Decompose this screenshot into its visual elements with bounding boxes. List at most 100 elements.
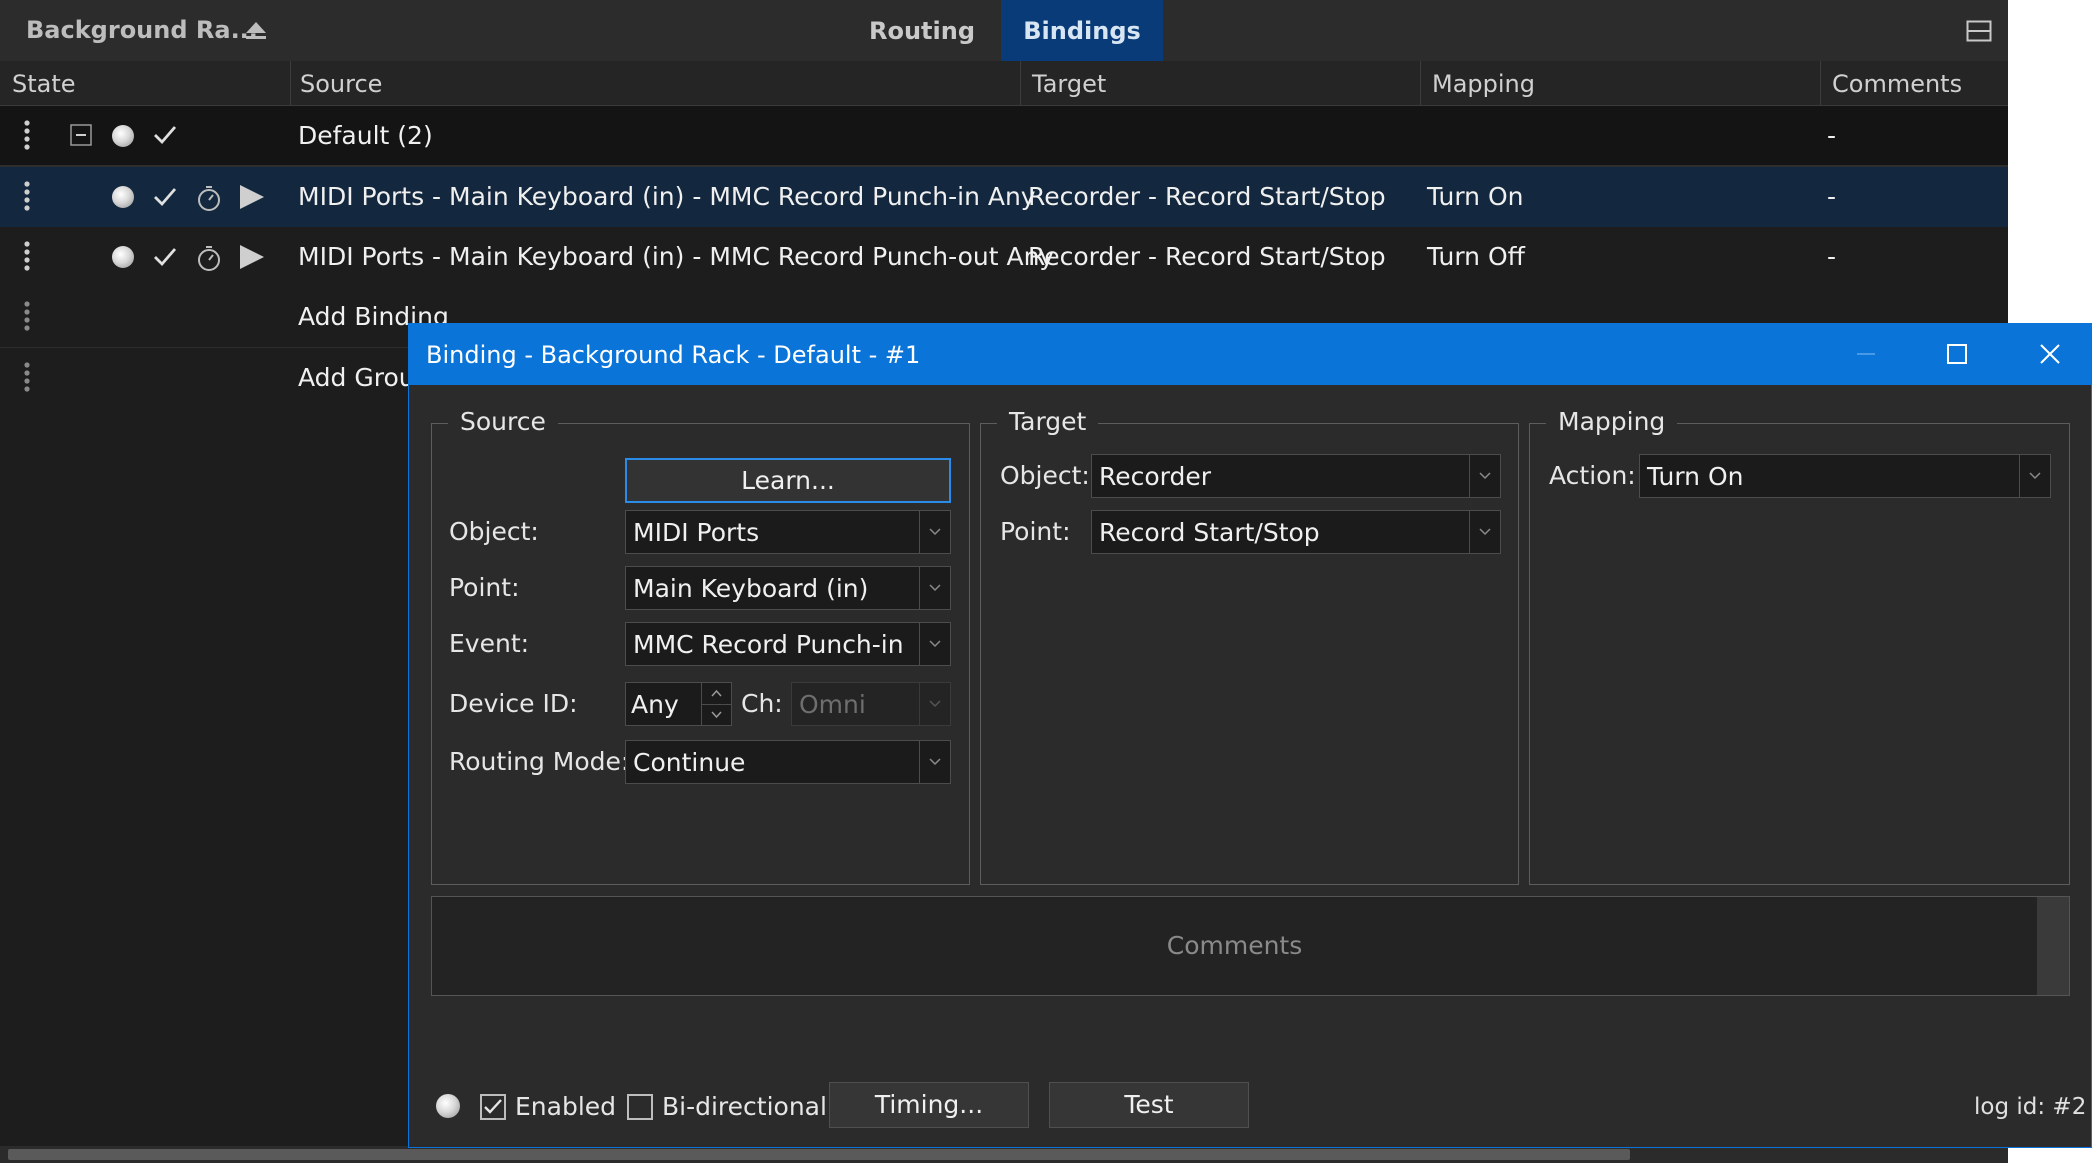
channel-label: Ch: [741,689,783,718]
binding-row[interactable]: MIDI Ports - Main Keyboard (in) - MMC Re… [0,167,2008,227]
target-object-value: Recorder [1099,462,1212,491]
source-object-dropdown[interactable]: MIDI Ports [625,510,951,554]
maximize-icon[interactable] [1931,324,1981,385]
chevron-down-icon[interactable] [919,741,950,783]
comments-textarea[interactable]: Comments [431,896,2070,996]
source-point-dropdown[interactable]: Main Keyboard (in) [625,566,951,610]
top-bar: Background Ra... Routing Bindings [0,0,2008,62]
channel-dropdown: Omni [791,682,951,726]
enabled-check-icon[interactable] [152,124,178,146]
target-point-value: Record Start/Stop [1099,518,1320,547]
dialog-title: Binding - Background Rack - Default - #1 [426,341,921,369]
comments-scrollbar[interactable] [2037,897,2069,995]
mapping-legend: Mapping [1546,405,1678,439]
chevron-down-icon[interactable] [919,567,950,609]
column-header-target[interactable]: Target [1020,61,1420,105]
panel-layout-icon[interactable] [1966,20,1992,42]
enabled-checkbox[interactable] [480,1094,506,1120]
minimize-icon[interactable] [1841,324,1891,385]
binding-comments: - [1827,182,1837,211]
source-object-value: MIDI Ports [633,518,760,547]
source-point-label: Point: [449,573,520,602]
tab-routing[interactable]: Routing [860,0,984,61]
device-id-label: Device ID: [449,689,578,718]
drag-handle-icon [22,362,32,392]
binding-target: Recorder - Record Start/Stop [1028,182,1386,211]
chevron-down-icon[interactable] [2019,455,2050,497]
column-header-mapping[interactable]: Mapping [1420,61,1820,105]
device-id-spinner[interactable]: Any [625,682,732,726]
binding-target: Recorder - Record Start/Stop [1028,242,1386,271]
column-header-source[interactable]: Source [290,61,1020,105]
group-label: Default (2) [298,121,433,150]
log-id-label: log id: #2 [1974,1094,2087,1120]
binding-mapping: Turn Off [1427,242,1525,271]
enabled-check-icon[interactable] [152,186,178,208]
chevron-down-icon [919,683,950,725]
column-header-state[interactable]: State [0,61,290,105]
source-event-label: Event: [449,629,530,658]
routing-mode-dropdown[interactable]: Continue [625,740,951,784]
chevron-down-icon[interactable] [1469,455,1500,497]
binding-mapping: Turn On [1427,182,1524,211]
action-label: Action: [1549,461,1636,490]
source-point-value: Main Keyboard (in) [633,574,869,603]
collapse-icon[interactable] [70,124,92,146]
timer-icon[interactable] [196,244,222,272]
binding-source: MIDI Ports - Main Keyboard (in) - MMC Re… [298,182,1036,211]
status-led-icon [436,1094,460,1118]
comments-placeholder: Comments [1166,931,1303,960]
target-legend: Target [997,405,1099,439]
drag-handle-icon[interactable] [22,181,32,211]
enabled-label[interactable]: Enabled [515,1088,616,1126]
play-icon[interactable] [238,184,266,210]
routing-mode-label: Routing Mode: [449,747,630,776]
bidirectional-checkbox[interactable] [627,1094,653,1120]
target-object-dropdown[interactable]: Recorder [1091,454,1501,498]
channel-value: Omni [799,690,866,719]
target-point-dropdown[interactable]: Record Start/Stop [1091,510,1501,554]
close-icon[interactable] [2022,324,2078,385]
learn-button[interactable]: Learn... [625,458,951,503]
column-header-comments[interactable]: Comments [1820,61,2008,105]
binding-row[interactable]: MIDI Ports - Main Keyboard (in) - MMC Re… [0,227,2008,287]
test-button[interactable]: Test [1049,1082,1249,1128]
action-dropdown[interactable]: Turn On [1639,454,2051,498]
drag-handle-icon[interactable] [22,120,32,150]
bidirectional-label[interactable]: Bi-directional [662,1088,827,1126]
spinner-down-icon[interactable] [701,704,731,725]
status-led-icon [112,246,134,268]
binding-dialog: Binding - Background Rack - Default - #1… [408,323,2092,1148]
source-event-dropdown[interactable]: MMC Record Punch-in [625,622,951,666]
group-comments: - [1827,121,1837,150]
source-event-value: MMC Record Punch-in [633,630,904,659]
chevron-down-icon[interactable] [1469,511,1500,553]
enabled-check-icon[interactable] [152,246,178,268]
chevron-down-icon[interactable] [919,511,950,553]
eject-icon[interactable] [244,20,268,42]
timer-icon[interactable] [196,184,222,212]
target-point-label: Point: [1000,517,1071,546]
status-led-icon [112,125,134,147]
rack-title[interactable]: Background Ra... [26,16,258,44]
target-object-label: Object: [1000,461,1090,490]
binding-comments: - [1827,242,1837,271]
drag-handle-icon[interactable] [22,241,32,271]
group-row[interactable]: Default (2) - [0,106,2008,167]
chevron-down-icon[interactable] [919,623,950,665]
horizontal-scrollbar-thumb[interactable] [8,1149,1630,1160]
binding-source: MIDI Ports - Main Keyboard (in) - MMC Re… [298,242,1055,271]
routing-mode-value: Continue [633,748,746,777]
play-icon[interactable] [238,244,266,270]
drag-handle-icon [22,301,32,331]
column-header-row: State Source Target Mapping Comments [0,61,2008,106]
status-led-icon [112,186,134,208]
dialog-titlebar[interactable]: Binding - Background Rack - Default - #1 [409,324,2091,385]
tab-bindings[interactable]: Bindings [1001,0,1163,61]
action-value: Turn On [1647,462,1744,491]
source-object-label: Object: [449,517,539,546]
source-legend: Source [448,405,558,439]
device-id-value: Any [631,690,679,719]
spinner-up-icon[interactable] [701,683,731,705]
timing-button[interactable]: Timing... [829,1082,1029,1128]
